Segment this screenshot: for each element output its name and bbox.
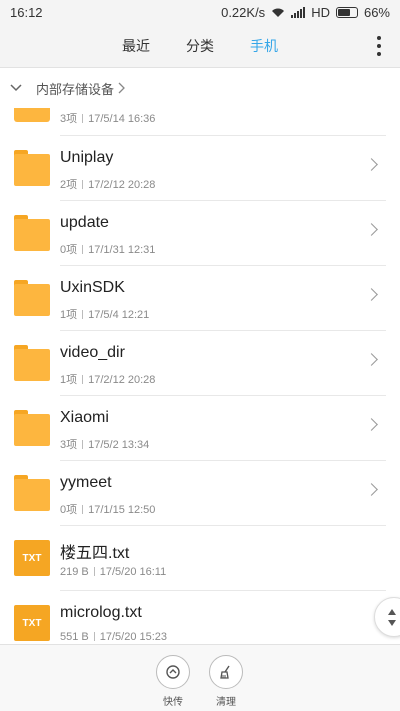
more-menu-icon[interactable] [376,36,382,56]
network-speed: 0.22K/s [221,4,266,20]
breadcrumb-label: 内部存储设备 [36,81,115,97]
txt-file-icon: TXT [14,540,50,576]
broom-icon [220,665,230,679]
wifi-icon [272,8,285,17]
folder-icon [14,475,50,511]
share-icon [166,665,180,679]
chevron-right-icon [365,288,378,301]
folder-icon [14,410,50,446]
txt-file-icon: TXT [14,605,50,641]
bottom-action-bar: 快传 清理 [0,644,400,711]
item-meta: 1项 17/2/12 20:28 [60,374,156,386]
item-meta: 2项 17/2/12 20:28 [60,179,156,191]
signal-icon [291,6,306,18]
list-item[interactable]: yymeet 0项 17/1/15 12:50 [0,461,400,526]
item-name: video_dir [60,344,125,361]
item-meta: 0项 17/1/31 12:31 [60,244,156,256]
battery-percent: 66% [363,4,390,20]
status-indicators: 0.22K/s HD 66% [221,5,390,20]
chevron-down-icon [10,84,22,92]
item-name: 楼五四.txt [60,545,130,562]
chevron-right-icon [365,223,378,236]
network-type: HD [311,4,330,20]
list-item[interactable]: TXT microlog.txt 551 B 17/5/20 15:23 [0,591,400,644]
item-name: yymeet [60,474,112,491]
clean-label: 清理 [216,697,236,708]
chevron-right-icon [365,353,378,366]
chevron-right-icon [365,158,378,171]
folder-icon [14,280,50,316]
list-item[interactable]: Xiaomi 3项 17/5/2 13:34 [0,396,400,461]
arrow-up-icon [388,609,396,615]
battery-icon [335,6,358,18]
list-item-partial[interactable]: 3项 17/5/14 16:36 [0,108,400,136]
chevron-right-icon [365,483,378,496]
item-meta: 1项 17/5/4 12:21 [60,309,150,321]
arrow-down-icon [388,620,396,626]
status-bar: 16:12 0.22K/s HD 66% [0,0,400,24]
list-item[interactable]: TXT 楼五四.txt 219 B 17/5/20 16:11 [0,526,400,591]
clean-button[interactable]: 清理 [206,655,246,708]
tab-category[interactable]: 分类 [186,36,214,56]
item-meta: 219 B 17/5/20 16:11 [60,566,167,578]
tab-recent[interactable]: 最近 [122,36,150,56]
item-meta: 551 B 17/5/20 15:23 [60,631,168,643]
item-name: Xiaomi [60,409,109,426]
item-name: microlog.txt [60,604,142,621]
list-item[interactable]: UxinSDK 1项 17/5/4 12:21 [0,266,400,331]
folder-icon [14,150,50,186]
item-meta: 0项 17/1/15 12:50 [60,504,156,516]
tab-phone[interactable]: 手机 [250,36,278,56]
item-name: update [60,214,109,231]
chevron-right-icon [118,82,125,94]
item-meta: 3项 17/5/14 16:36 [60,113,156,125]
file-list: 3项 17/5/14 16:36 Uniplay 2项 17/2/12 20:28 … [0,108,400,644]
folder-icon [14,215,50,251]
item-meta: 3项 17/5/2 13:34 [60,439,150,451]
list-item[interactable]: Uniplay 2项 17/2/12 20:28 [0,136,400,201]
tab-bar: 最近 分类 手机 [0,24,400,68]
chevron-right-icon [365,418,378,431]
list-item[interactable]: video_dir 1项 17/2/12 20:28 [0,331,400,396]
quick-transfer-label: 快传 [163,697,183,708]
breadcrumb[interactable]: 内部存储设备 [0,68,400,108]
status-time: 16:12 [10,4,43,20]
folder-icon [14,345,50,381]
list-item[interactable]: update 0项 17/1/31 12:31 [0,201,400,266]
item-name: UxinSDK [60,279,125,296]
item-name: Uniplay [60,149,114,166]
quick-transfer-button[interactable]: 快传 [153,655,193,708]
folder-icon [14,108,50,122]
